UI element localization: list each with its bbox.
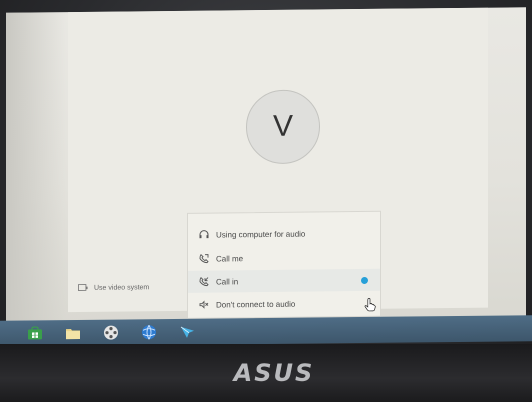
participant-avatar: V <box>246 89 320 165</box>
laptop-photo: V Use video system Using computer for au… <box>0 0 532 402</box>
avatar-initial: V <box>272 109 293 143</box>
webex-icon <box>180 326 194 338</box>
audio-option-label: Don't connect to audio <box>216 299 296 310</box>
taskbar-browser-button[interactable] <box>138 322 160 342</box>
asus-logo: ASUS <box>233 359 315 387</box>
audio-option-label: Using computer for audio <box>216 229 306 240</box>
windows-taskbar <box>0 315 532 347</box>
laptop-screen: V Use video system Using computer for au… <box>6 7 526 325</box>
use-video-system-label: Use video system <box>94 283 150 292</box>
headset-icon <box>198 230 210 240</box>
use-video-system-button[interactable]: Use video system <box>78 283 149 292</box>
hand-cursor-icon <box>364 298 376 312</box>
screen-shade <box>6 12 66 325</box>
audio-option-call-me[interactable]: Call me <box>188 246 380 270</box>
audio-connection-menu: Using computer for audio Call me Call in <box>187 210 381 319</box>
phone-outgoing-icon <box>198 254 210 264</box>
store-icon <box>28 326 42 340</box>
video-system-icon <box>78 284 88 291</box>
taskbar-store-button[interactable] <box>24 323 46 343</box>
speaker-mute-icon <box>198 300 210 310</box>
file-explorer-icon <box>66 329 80 340</box>
audio-option-label: Call in <box>216 276 239 287</box>
taskbar-file-explorer-button[interactable] <box>62 323 84 343</box>
browser-icon <box>142 324 156 340</box>
audio-option-computer[interactable]: Using computer for audio <box>188 222 380 246</box>
media-player-icon <box>104 325 118 340</box>
phone-incoming-icon <box>198 277 210 287</box>
audio-option-dont-connect[interactable]: Don't connect to audio <box>188 292 380 316</box>
selected-check-icon <box>361 276 368 284</box>
taskbar-media-player-button[interactable] <box>100 323 122 343</box>
audio-option-label: Call me <box>216 253 244 264</box>
audio-option-call-in[interactable]: Call in <box>188 268 380 293</box>
taskbar-webex-button[interactable] <box>176 322 198 342</box>
